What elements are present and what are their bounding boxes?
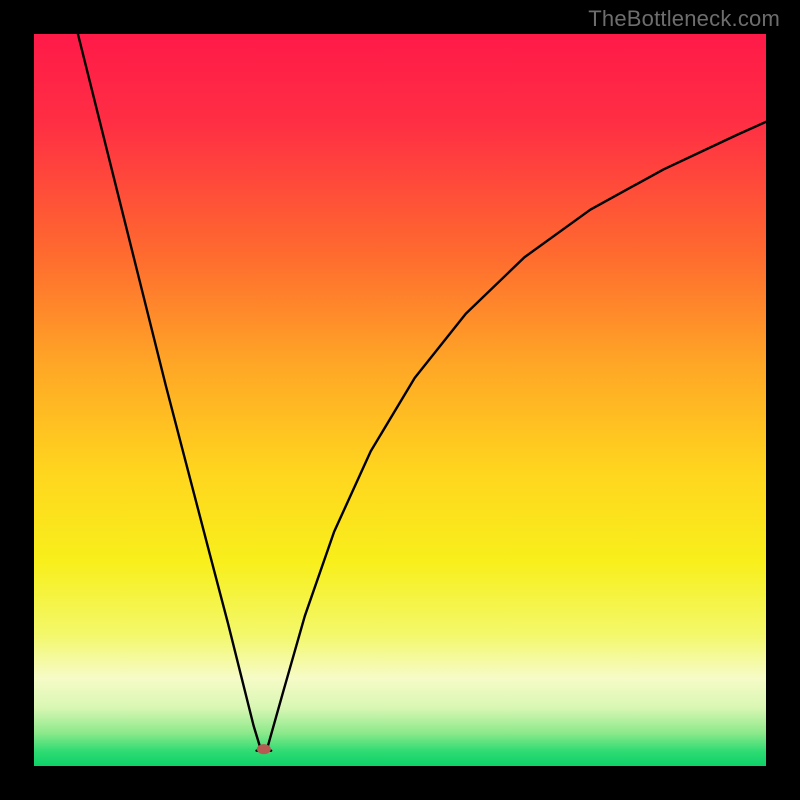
chart-frame: TheBottleneck.com [0,0,800,800]
bottleneck-curve [34,34,766,766]
plot-area [34,34,766,766]
source-attribution: TheBottleneck.com [588,6,780,32]
optimal-point-marker [257,744,271,754]
curve-path [78,34,766,751]
